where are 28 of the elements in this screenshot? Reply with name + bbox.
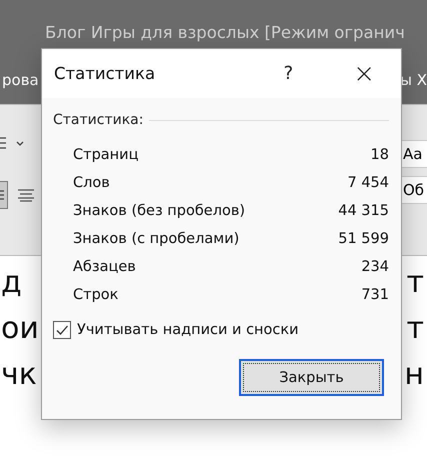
close-button[interactable]: × <box>353 60 375 86</box>
checkbox[interactable] <box>53 321 71 339</box>
align-center-icon[interactable] <box>18 188 34 202</box>
stat-label: Абзацев <box>73 259 136 275</box>
stat-value: 234 <box>361 259 389 275</box>
stat-value: 731 <box>361 287 389 303</box>
stat-label: Знаков (без пробелов) <box>73 203 246 219</box>
document-text: т <box>406 314 424 344</box>
document-text: ои <box>1 314 39 344</box>
stat-label: Слов <box>73 175 110 191</box>
checkbox-label[interactable]: Учитывать надписи и сноски <box>77 322 299 338</box>
document-text: н <box>404 360 424 390</box>
stat-label: Страниц <box>73 147 138 163</box>
stat-value: 44 315 <box>338 203 389 219</box>
stat-label: Знаков (с пробелами) <box>73 231 240 247</box>
stat-value: 51 599 <box>338 231 389 247</box>
window-title: Блог Игры для взрослых [Режим огранич <box>45 22 405 42</box>
dialog-title: Статистика <box>54 64 156 83</box>
document-text: т <box>406 268 424 298</box>
ribbon-tab[interactable]: рова <box>2 71 39 89</box>
close-dialog-button[interactable]: Закрыть <box>239 359 384 396</box>
help-button[interactable]: ? <box>284 63 294 84</box>
document-text: чк <box>1 360 37 390</box>
stat-value: 18 <box>370 147 389 163</box>
group-label: Статистика: <box>53 112 144 128</box>
document-text: д <box>1 268 22 298</box>
stat-label: Строк <box>73 287 118 303</box>
stat-value: 7 454 <box>347 175 389 191</box>
